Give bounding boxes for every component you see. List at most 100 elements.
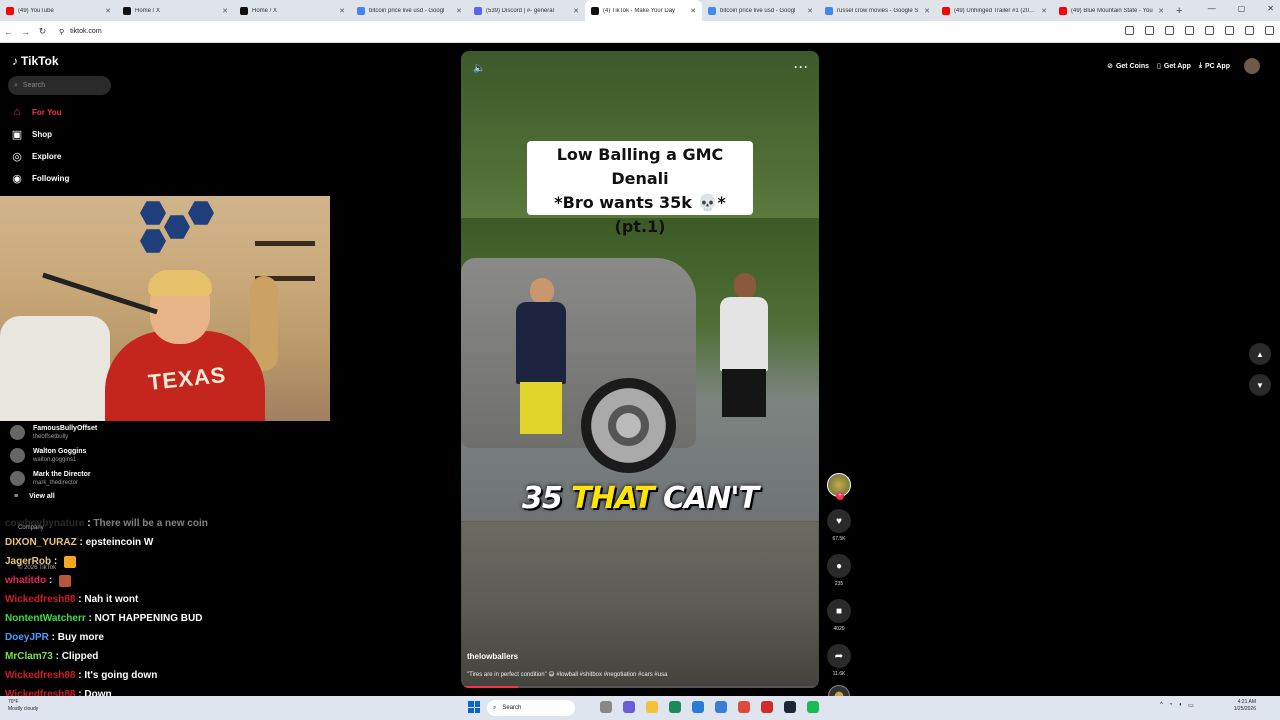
like-button[interactable]: ♥: [827, 509, 851, 533]
chat-username[interactable]: whatitdo: [5, 575, 46, 586]
user-avatar[interactable]: [1244, 58, 1260, 74]
close-window-button[interactable]: ✕: [1267, 4, 1274, 13]
taskbar-search[interactable]: ⌕ Search: [487, 700, 575, 716]
creator-avatar[interactable]: +: [827, 473, 851, 500]
tab-close-icon[interactable]: ✕: [456, 7, 462, 15]
get-app-button[interactable]: ▯ Get App: [1157, 62, 1191, 71]
pc-app-button[interactable]: ⤓ PC App: [1199, 62, 1230, 70]
tab-close-icon[interactable]: ✕: [807, 7, 813, 15]
next-video-button[interactable]: ▼: [1249, 374, 1271, 396]
previous-video-button[interactable]: ▲: [1249, 343, 1271, 365]
share-arrow-icon: ➦: [834, 650, 844, 662]
bookmark-star-icon[interactable]: [1145, 26, 1154, 35]
browser-tab[interactable]: (4) TikTok - Make Your Day ✕: [585, 0, 702, 21]
home-icon: ⌂: [13, 106, 21, 118]
edge-icon[interactable]: [669, 701, 681, 713]
file-explorer-icon[interactable]: [646, 701, 658, 713]
install-app-icon[interactable]: [1125, 26, 1134, 35]
sidebar-item-explore[interactable]: ◎ Explore: [10, 145, 69, 167]
site-info-icon[interactable]: ⚲: [59, 28, 64, 36]
video-progress-bar[interactable]: [461, 686, 819, 688]
search-input[interactable]: ⌕ Search: [8, 76, 111, 95]
chat-username[interactable]: Wickedfresh88: [5, 670, 76, 681]
browser-tab[interactable]: Home / X ✕: [234, 0, 351, 21]
taskbar-clock[interactable]: 4:21 AM 1/25/2026: [1234, 699, 1256, 713]
task-view-icon[interactable]: [600, 701, 612, 713]
view-all-link[interactable]: ≡ View all: [10, 493, 97, 500]
volume-icon[interactable]: 🔈: [473, 63, 485, 74]
chat-username[interactable]: DoeyJPR: [5, 632, 49, 643]
tray-chevron-icon[interactable]: ^: [1160, 702, 1163, 709]
tab-close-icon[interactable]: ✕: [1158, 7, 1164, 15]
tab-close-icon[interactable]: ✕: [690, 7, 696, 15]
url-field[interactable]: ⚲ tiktok.com: [59, 28, 102, 36]
view-all-label: View all: [29, 493, 55, 500]
side-panel-icon[interactable]: [1205, 26, 1214, 35]
chat-username[interactable]: MrClam73: [5, 651, 53, 662]
tab-close-icon[interactable]: ✕: [924, 7, 930, 15]
browser-tab[interactable]: Home / X ✕: [117, 0, 234, 21]
chrome-icon[interactable]: [738, 701, 750, 713]
bookmark-icon: ■: [835, 605, 843, 617]
tab-close-icon[interactable]: ✕: [105, 7, 111, 15]
minimize-button[interactable]: —: [1208, 4, 1216, 13]
extension-icon[interactable]: [1165, 26, 1174, 35]
get-coins-button[interactable]: ⊘ Get Coins: [1107, 62, 1149, 71]
profile-icon[interactable]: [1245, 26, 1254, 35]
steam-icon[interactable]: [784, 701, 796, 713]
chat-username[interactable]: Wickedfresh88: [5, 594, 76, 605]
browser-tab[interactable]: (49) Unhinged Trailer #1 (2024) ✕: [936, 0, 1053, 21]
menu-kebab-icon[interactable]: [1265, 26, 1274, 35]
tab-close-icon[interactable]: ✕: [1041, 7, 1047, 15]
browser-tab[interactable]: bitcoin price live usd - Googl ✕: [351, 0, 468, 21]
mail-icon[interactable]: [715, 701, 727, 713]
following-account[interactable]: FamousBullyOffset theoffsetbully: [10, 421, 97, 444]
following-account[interactable]: Mark the Director mark_thedirector: [10, 467, 97, 490]
chat-emote-icon: [64, 555, 77, 568]
comment-button[interactable]: ●: [827, 554, 851, 578]
new-tab-button[interactable]: +: [1176, 5, 1182, 17]
chat-username[interactable]: DIXON_YURAZ: [5, 537, 77, 548]
following-account[interactable]: Walton Goggins walton.goggins1: [10, 444, 97, 467]
weather-widget[interactable]: 70°F Mostly cloudy: [8, 699, 38, 713]
browser-tab[interactable]: bitcoin price live usd - Googl ✕: [702, 0, 819, 21]
tab-favicon-icon: [357, 6, 365, 15]
video-player[interactable]: Low Balling a GMC Denali *Bro wants 35k …: [461, 51, 819, 688]
video-author[interactable]: thelowballers: [467, 652, 518, 661]
browser-tab[interactable]: russel crow movies - Google S ✕: [819, 0, 936, 21]
battery-icon[interactable]: ▭: [1188, 702, 1194, 709]
store-icon[interactable]: [692, 701, 704, 713]
start-button[interactable]: [468, 701, 480, 713]
maximize-button[interactable]: ▢: [1238, 4, 1246, 13]
extensions-puzzle-icon[interactable]: [1185, 26, 1194, 35]
copilot-icon[interactable]: [623, 701, 635, 713]
tab-close-icon[interactable]: ✕: [339, 7, 345, 15]
spotify-icon[interactable]: [807, 701, 819, 713]
volume-icon[interactable]: ◖: [1178, 702, 1182, 709]
network-icon[interactable]: ◔: [1169, 702, 1173, 709]
downloads-icon[interactable]: [1225, 26, 1234, 35]
tiktok-logo[interactable]: ♪ TikTok: [12, 54, 59, 68]
chat-username[interactable]: cowboybynature: [5, 518, 84, 529]
more-options-icon[interactable]: ···: [794, 60, 809, 74]
coin-icon: ⊘: [1107, 63, 1113, 70]
tab-close-icon[interactable]: ✕: [222, 7, 228, 15]
tab-close-icon[interactable]: ✕: [573, 7, 579, 15]
sidebar-item-shop[interactable]: ▣ Shop: [10, 123, 69, 145]
sidebar-item-following[interactable]: ◉ Following: [10, 167, 69, 189]
forward-button[interactable]: →: [17, 27, 34, 37]
chat-username[interactable]: JagerRob: [5, 556, 51, 567]
back-button[interactable]: ←: [0, 27, 17, 37]
sidebar-item-for-you[interactable]: ⌂ For You: [10, 101, 69, 123]
browser-tab[interactable]: (539) Discord | #- general ✕: [468, 0, 585, 21]
save-button[interactable]: ■: [827, 599, 851, 623]
tab-title: Home / X: [135, 7, 161, 14]
chat-username[interactable]: NontentWatcherr: [5, 613, 86, 624]
app-icon[interactable]: [761, 701, 773, 713]
browser-tab[interactable]: (49) YouTube ✕: [0, 0, 117, 21]
share-button[interactable]: ➦: [827, 644, 851, 668]
browser-tab[interactable]: (49) Blue Mountain State - You ✕: [1053, 0, 1170, 21]
heart-icon: ♥: [836, 515, 842, 527]
reload-button[interactable]: ↻: [34, 26, 51, 37]
follow-plus-icon[interactable]: +: [836, 492, 844, 500]
